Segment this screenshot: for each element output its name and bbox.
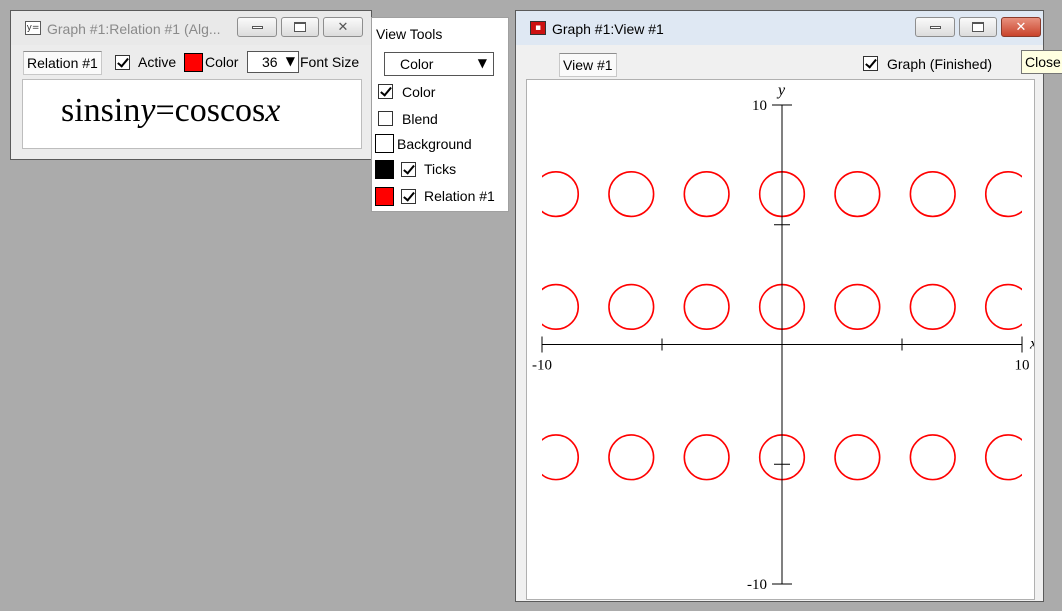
- relation-maximize-button[interactable]: [281, 17, 319, 37]
- graph-finished-checkbox[interactable]: [863, 56, 878, 71]
- tools-background-label: Background: [397, 136, 472, 152]
- y-axis-label: y: [776, 82, 786, 99]
- view-tools-title: View Tools: [376, 26, 443, 42]
- relation-curve-circle: [542, 283, 580, 331]
- chevron-down-icon: ▼: [285, 54, 295, 68]
- view-name-tab[interactable]: View #1: [559, 53, 617, 77]
- formula-rhs-variable: x: [265, 92, 281, 129]
- tools-color-checkbox[interactable]: [378, 84, 393, 99]
- relation-curve-circle: [834, 434, 881, 481]
- formula-rhs-function: coscos: [174, 92, 266, 129]
- view-close-button[interactable]: ✕: [1001, 17, 1041, 37]
- relation-curve-circle: [542, 434, 580, 481]
- formula-text: sinsiny=coscosx: [61, 92, 280, 130]
- view-minimize-button[interactable]: [915, 17, 955, 37]
- y-min-tick-label: -10: [747, 577, 767, 593]
- maximize-icon: [972, 22, 984, 32]
- relation-color-swatch[interactable]: [375, 187, 394, 206]
- view-maximize-button[interactable]: [959, 17, 997, 37]
- tools-color-label: Color: [402, 84, 436, 100]
- tools-relation-checkbox[interactable]: [401, 189, 416, 204]
- font-size-select[interactable]: 36 ▼: [247, 51, 299, 73]
- tools-ticks-label: Ticks: [424, 161, 457, 177]
- relation-app-icon: y=: [25, 21, 41, 35]
- view-tools-panel: View Tools Color ▼ Color Blend Backgroun…: [371, 17, 509, 212]
- close-icon: ✕: [1015, 19, 1027, 35]
- relation-curve-circle: [683, 283, 730, 331]
- graph-app-icon: ▪: [530, 21, 546, 35]
- relation-curve-circle: [834, 283, 881, 331]
- tools-blend-label: Blend: [402, 111, 438, 127]
- relation-curve-circle: [608, 434, 655, 481]
- chevron-down-icon: ▼: [477, 56, 487, 70]
- maximize-icon: [294, 22, 306, 32]
- y-max-tick-label: 10: [752, 98, 767, 114]
- relation-window[interactable]: y= Graph #1:Relation #1 (Alg... ✕ Relati…: [10, 10, 372, 160]
- relation-color-swatch[interactable]: [184, 53, 203, 72]
- formula-lhs-function: sinsin: [61, 92, 141, 129]
- graph-view-window[interactable]: ▪ Graph #1:View #1 ✕ View #1 Graph (Fini…: [515, 10, 1044, 602]
- relation-window-titlebar[interactable]: y= Graph #1:Relation #1 (Alg... ✕: [11, 11, 371, 45]
- relation-minimize-button[interactable]: [237, 17, 277, 37]
- color-label: Color: [205, 54, 239, 70]
- active-label: Active: [138, 54, 177, 70]
- view-window-titlebar[interactable]: ▪ Graph #1:View #1 ✕: [516, 11, 1043, 45]
- ticks-color-swatch[interactable]: [375, 160, 394, 179]
- relation-window-title: Graph #1:Relation #1 (Alg...: [47, 21, 221, 37]
- formula-equals: =: [155, 92, 175, 129]
- x-min-tick-label: -10: [532, 358, 552, 374]
- view-tools-select-value: Color: [400, 56, 434, 72]
- relation-toolbar: Relation #1 Active Color 36 ▼ Font Size: [11, 51, 371, 75]
- view-window-title: Graph #1:View #1: [552, 21, 664, 37]
- relation-close-button[interactable]: ✕: [323, 17, 363, 37]
- relation-curve-circle: [683, 434, 730, 481]
- relation-curve-circle: [542, 170, 580, 218]
- relation-curve-circle: [834, 170, 881, 218]
- x-max-tick-label: 10: [1015, 358, 1030, 374]
- close-tooltip: Close: [1021, 50, 1062, 74]
- relation-name-tab[interactable]: Relation #1: [23, 51, 102, 75]
- formula-display[interactable]: sinsiny=coscosx: [22, 79, 362, 149]
- relation-curve-circle: [909, 170, 956, 218]
- tools-blend-checkbox[interactable]: [378, 111, 393, 126]
- relation-curve-circle: [683, 170, 730, 218]
- formula-lhs-variable: y: [140, 92, 156, 129]
- x-axis-label: x: [1029, 336, 1034, 353]
- relation-curve-circle: [984, 283, 1022, 331]
- font-size-label: Font Size: [300, 54, 360, 70]
- relation-curve-circle: [608, 170, 655, 218]
- minimize-icon: [929, 25, 941, 29]
- graph-canvas[interactable]: -10 10 10 -10 x y: [526, 79, 1035, 600]
- relation-curve-circle: [909, 283, 956, 331]
- close-icon: ✕: [337, 19, 349, 35]
- active-checkbox[interactable]: [115, 55, 130, 70]
- relation-curve-circle: [984, 434, 1022, 481]
- tools-ticks-checkbox[interactable]: [401, 162, 416, 177]
- relation-curve-circle: [984, 170, 1022, 218]
- tools-relation-label: Relation #1: [424, 188, 495, 204]
- graph-status-label: Graph (Finished): [887, 56, 993, 72]
- graph-plot: -10 10 10 -10 x y: [532, 82, 1034, 593]
- relation-curve-circle: [909, 434, 956, 481]
- font-size-value: 36: [262, 54, 278, 70]
- view-tools-select[interactable]: Color ▼: [384, 52, 494, 76]
- background-color-swatch[interactable]: [375, 134, 394, 153]
- minimize-icon: [251, 25, 263, 29]
- relation-curve-circle: [608, 283, 655, 331]
